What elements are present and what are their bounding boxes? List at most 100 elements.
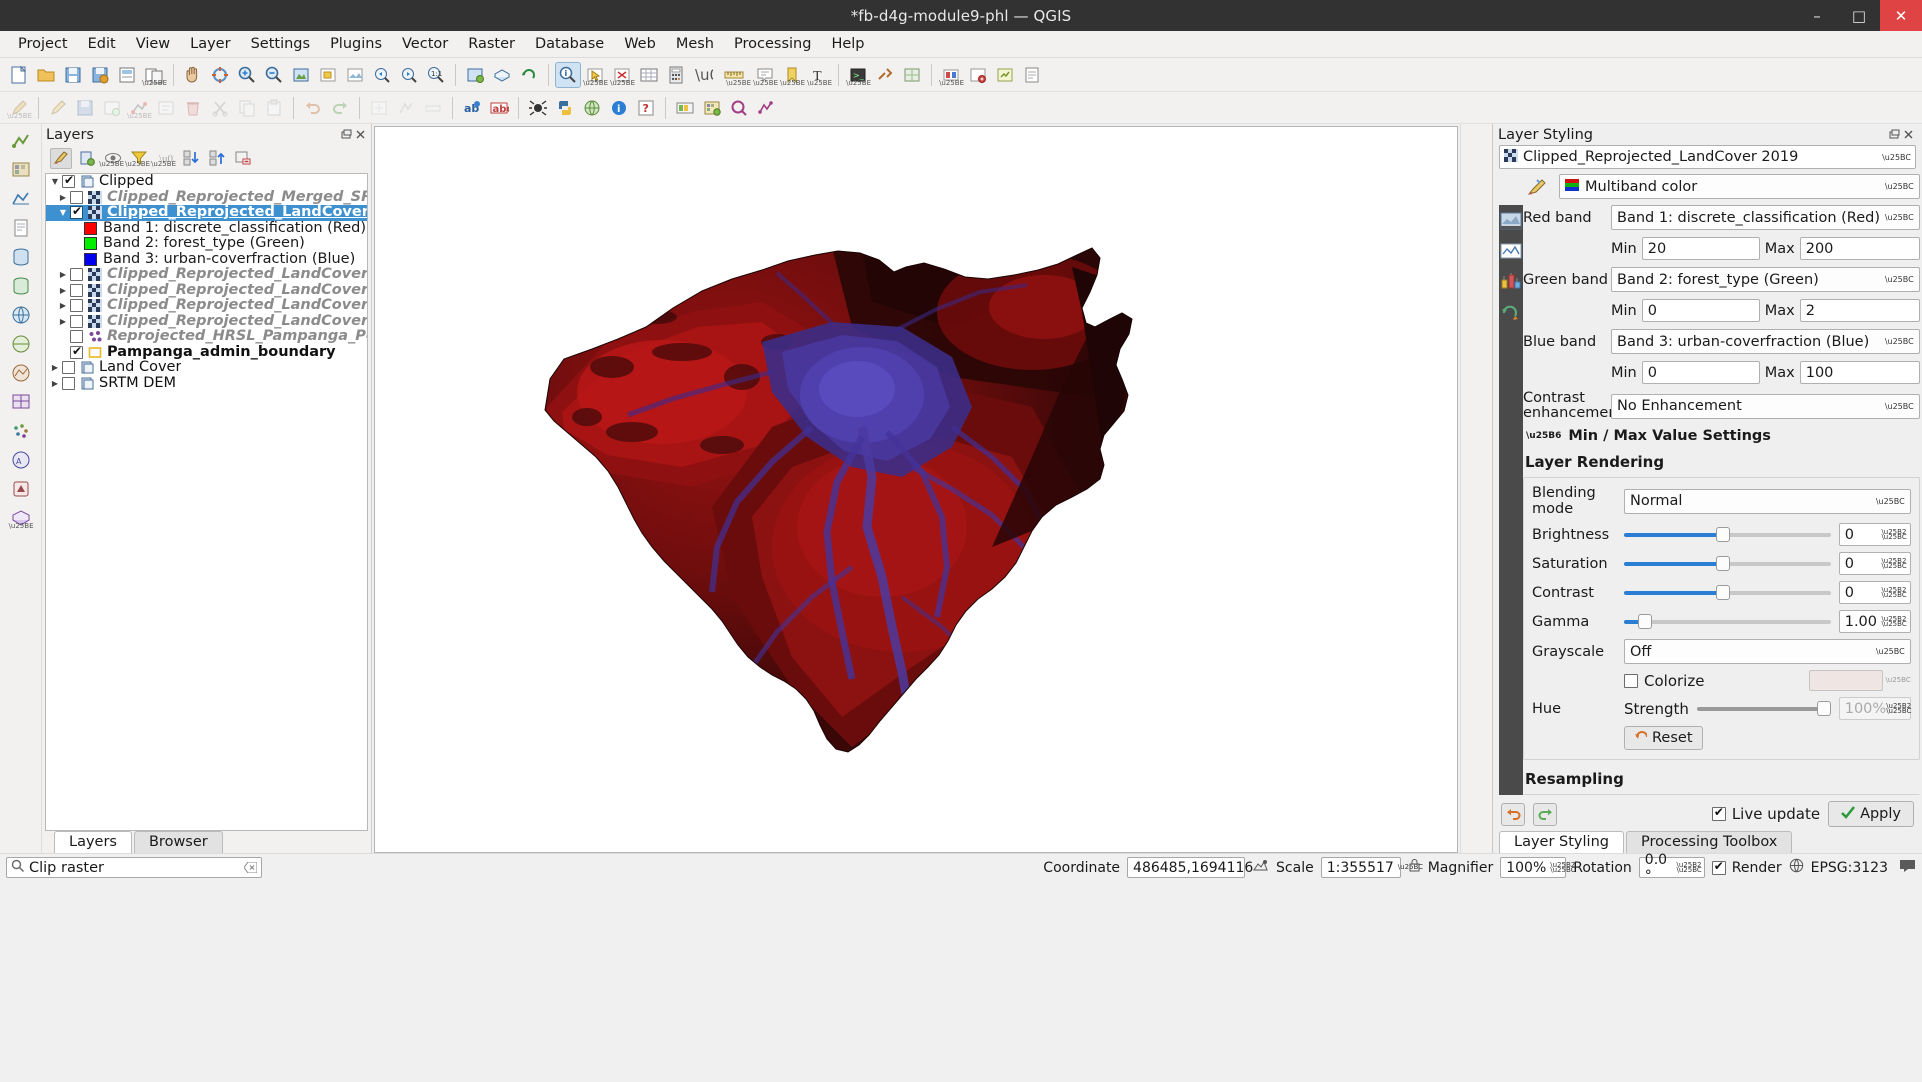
cut-features-icon[interactable]	[207, 95, 233, 121]
manage-map-themes-icon[interactable]: \u25BE	[99, 148, 124, 169]
expander-icon[interactable]	[48, 174, 62, 190]
messages-icon[interactable]	[1899, 858, 1916, 877]
search-qgis-icon[interactable]	[726, 95, 752, 121]
red-band-combo[interactable]: Band 1: discrete_classification (Red) \u…	[1611, 205, 1920, 230]
show-processing-toolbox-icon[interactable]	[872, 62, 898, 88]
contrast-enhancement-combo[interactable]: No Enhancement \u25BC	[1611, 393, 1920, 419]
open-attribute-table-icon[interactable]	[636, 62, 662, 88]
layer-row-band-2[interactable]: Band 2: forest_type (Green)	[46, 236, 367, 252]
show-statistical-summary-icon[interactable]: \u03A3	[690, 62, 716, 88]
spinner-arrows-icon[interactable]: \u25B2 \u25BC	[1673, 861, 1702, 873]
layer-checkbox[interactable]	[62, 174, 75, 189]
locator-search-box[interactable]: Clip raster	[6, 857, 262, 878]
chevron-down-icon[interactable]: \u25BC	[1885, 337, 1914, 346]
expander-icon[interactable]	[48, 360, 62, 376]
menu-mesh[interactable]: Mesh	[666, 33, 724, 55]
filter-legend-expression-icon[interactable]: \u03B5\u25BE	[151, 148, 176, 169]
chevron-down-icon[interactable]: \u25BC	[1876, 497, 1905, 506]
tab-layer-styling[interactable]: Layer Styling	[1499, 831, 1624, 853]
history-tab-icon[interactable]	[1499, 299, 1523, 323]
layer-checkbox[interactable]	[70, 330, 83, 344]
add-vector-layer-strip-icon[interactable]	[8, 128, 34, 154]
expander-icon[interactable]	[56, 267, 70, 283]
layer-checkbox[interactable]	[70, 283, 83, 297]
clear-locator-icon[interactable]	[244, 861, 257, 874]
close-button[interactable]: ✕	[1880, 0, 1922, 31]
green-max-input[interactable]: 2	[1799, 299, 1920, 322]
expander-icon[interactable]	[56, 205, 70, 221]
symbology-tab-icon[interactable]	[1499, 209, 1523, 233]
slider-handle[interactable]	[1816, 701, 1831, 716]
layer-row-landcover-2019[interactable]: Clipped_Reprojected_LandCover 2019	[46, 204, 367, 221]
colorize-color-button[interactable]	[1809, 670, 1884, 691]
styling-panel-close-button[interactable]	[1903, 128, 1917, 142]
tab-processing-toolbox[interactable]: Processing Toolbox	[1625, 831, 1793, 853]
save-layer-edits-icon[interactable]	[72, 95, 98, 121]
open-project-icon[interactable]	[33, 62, 59, 88]
open-layer-styling-panel-icon[interactable]	[50, 147, 72, 169]
minmax-value-settings-expander[interactable]: \u25B6 Min / Max Value Settings	[1526, 428, 1920, 444]
slider-handle[interactable]	[1716, 585, 1731, 600]
layer-row-admin-boundary[interactable]: Pampanga_admin_boundary	[46, 344, 367, 361]
expand-all-icon[interactable]	[180, 148, 202, 169]
saturation-slider[interactable]	[1624, 555, 1831, 573]
histogram-tab-icon[interactable]	[1499, 269, 1523, 293]
layer-row-land-cover-group[interactable]: Land Cover	[46, 360, 367, 376]
red-min-input[interactable]: 20	[1641, 237, 1760, 260]
python-plugin-icon[interactable]	[552, 95, 578, 121]
slider-handle[interactable]	[1716, 527, 1731, 542]
menu-processing[interactable]: Processing	[724, 33, 821, 55]
zoom-out-icon[interactable]	[261, 62, 287, 88]
highlight-pinned-labels-icon[interactable]: abc	[486, 95, 512, 121]
current-edits-icon[interactable]: \u25BE	[6, 95, 32, 121]
layer-row-landcover-2018[interactable]: Clipped_Reprojected_LandCover 2018	[46, 267, 367, 283]
delete-selected-icon[interactable]	[180, 95, 206, 121]
tab-layers[interactable]: Layers	[54, 831, 132, 853]
spinner-arrows-icon[interactable]: \u25B2 \u25BC	[1546, 861, 1575, 873]
add-postgis-layer-icon[interactable]	[8, 244, 34, 270]
snapping-icon[interactable]	[393, 95, 419, 121]
blue-band-combo[interactable]: Band 3: urban-coverfraction (Blue) \u25B…	[1611, 329, 1920, 354]
new-virtual-layer-icon[interactable]	[965, 62, 991, 88]
strength-spinbox[interactable]: 100% \u25B2 \u25BC	[1838, 697, 1911, 720]
layer-checkbox[interactable]	[70, 299, 83, 313]
zoom-native-icon[interactable]: 1:1	[423, 62, 449, 88]
deselect-features-icon[interactable]: \u25BE	[609, 62, 635, 88]
measure-icon[interactable]	[420, 95, 446, 121]
spinner-arrows-icon[interactable]: \u25B2 \u25BC	[1881, 615, 1906, 627]
menu-view[interactable]: View	[126, 33, 180, 55]
expander-icon[interactable]	[48, 376, 62, 392]
add-vector-tile-layer-icon[interactable]	[8, 389, 34, 415]
add-raster-layer-strip-icon[interactable]	[8, 157, 34, 183]
zoom-next-icon[interactable]	[396, 62, 422, 88]
transparency-tab-icon[interactable]	[1499, 239, 1523, 263]
add-mesh-layer-icon[interactable]	[8, 186, 34, 212]
layer-checkbox[interactable]	[70, 204, 83, 220]
styling-layer-selector[interactable]: Clipped_Reprojected_LandCover 2019 \u25B…	[1499, 145, 1916, 169]
renderer-type-combo[interactable]: Multiband color \u25BC	[1559, 174, 1920, 199]
text-annotation-icon[interactable]: T \u25BE	[806, 62, 832, 88]
zoom-to-layer-icon[interactable]	[342, 62, 368, 88]
add-point-cloud-layer-icon[interactable]	[8, 418, 34, 444]
layer-checkbox[interactable]	[70, 344, 83, 359]
menu-settings[interactable]: Settings	[241, 33, 320, 55]
new-project-icon[interactable]	[6, 62, 32, 88]
new-label-icon[interactable]: ab	[459, 95, 485, 121]
menu-layer[interactable]: Layer	[180, 33, 240, 55]
chevron-down-icon[interactable]: \u25BC	[1882, 153, 1911, 162]
add-vector-layer-icon[interactable]	[753, 95, 779, 121]
filter-legend-icon[interactable]: \u25BE	[125, 148, 150, 169]
help-contents-icon[interactable]: ?	[633, 95, 659, 121]
pan-to-selection-icon[interactable]	[207, 62, 233, 88]
color-dropdown-icon[interactable]: \u25BC	[1885, 677, 1910, 684]
chevron-down-icon[interactable]: \u25BC	[1885, 402, 1914, 411]
python-console-icon[interactable]: >_ \u25BE	[845, 62, 871, 88]
layer-checkbox[interactable]	[70, 268, 83, 282]
spinner-arrows-icon[interactable]: \u25B2 \u25BC	[1881, 528, 1906, 540]
layer-row-landcover-2016[interactable]: Clipped_Reprojected_LandCover 2016	[46, 298, 367, 314]
colorize-checkbox[interactable]	[1624, 673, 1638, 688]
menu-vector[interactable]: Vector	[392, 33, 458, 55]
layer-row-clipped-group[interactable]: Clipped	[46, 174, 367, 190]
layers-panel-close-button[interactable]	[353, 128, 367, 142]
add-wms-layer-icon[interactable]	[8, 302, 34, 328]
